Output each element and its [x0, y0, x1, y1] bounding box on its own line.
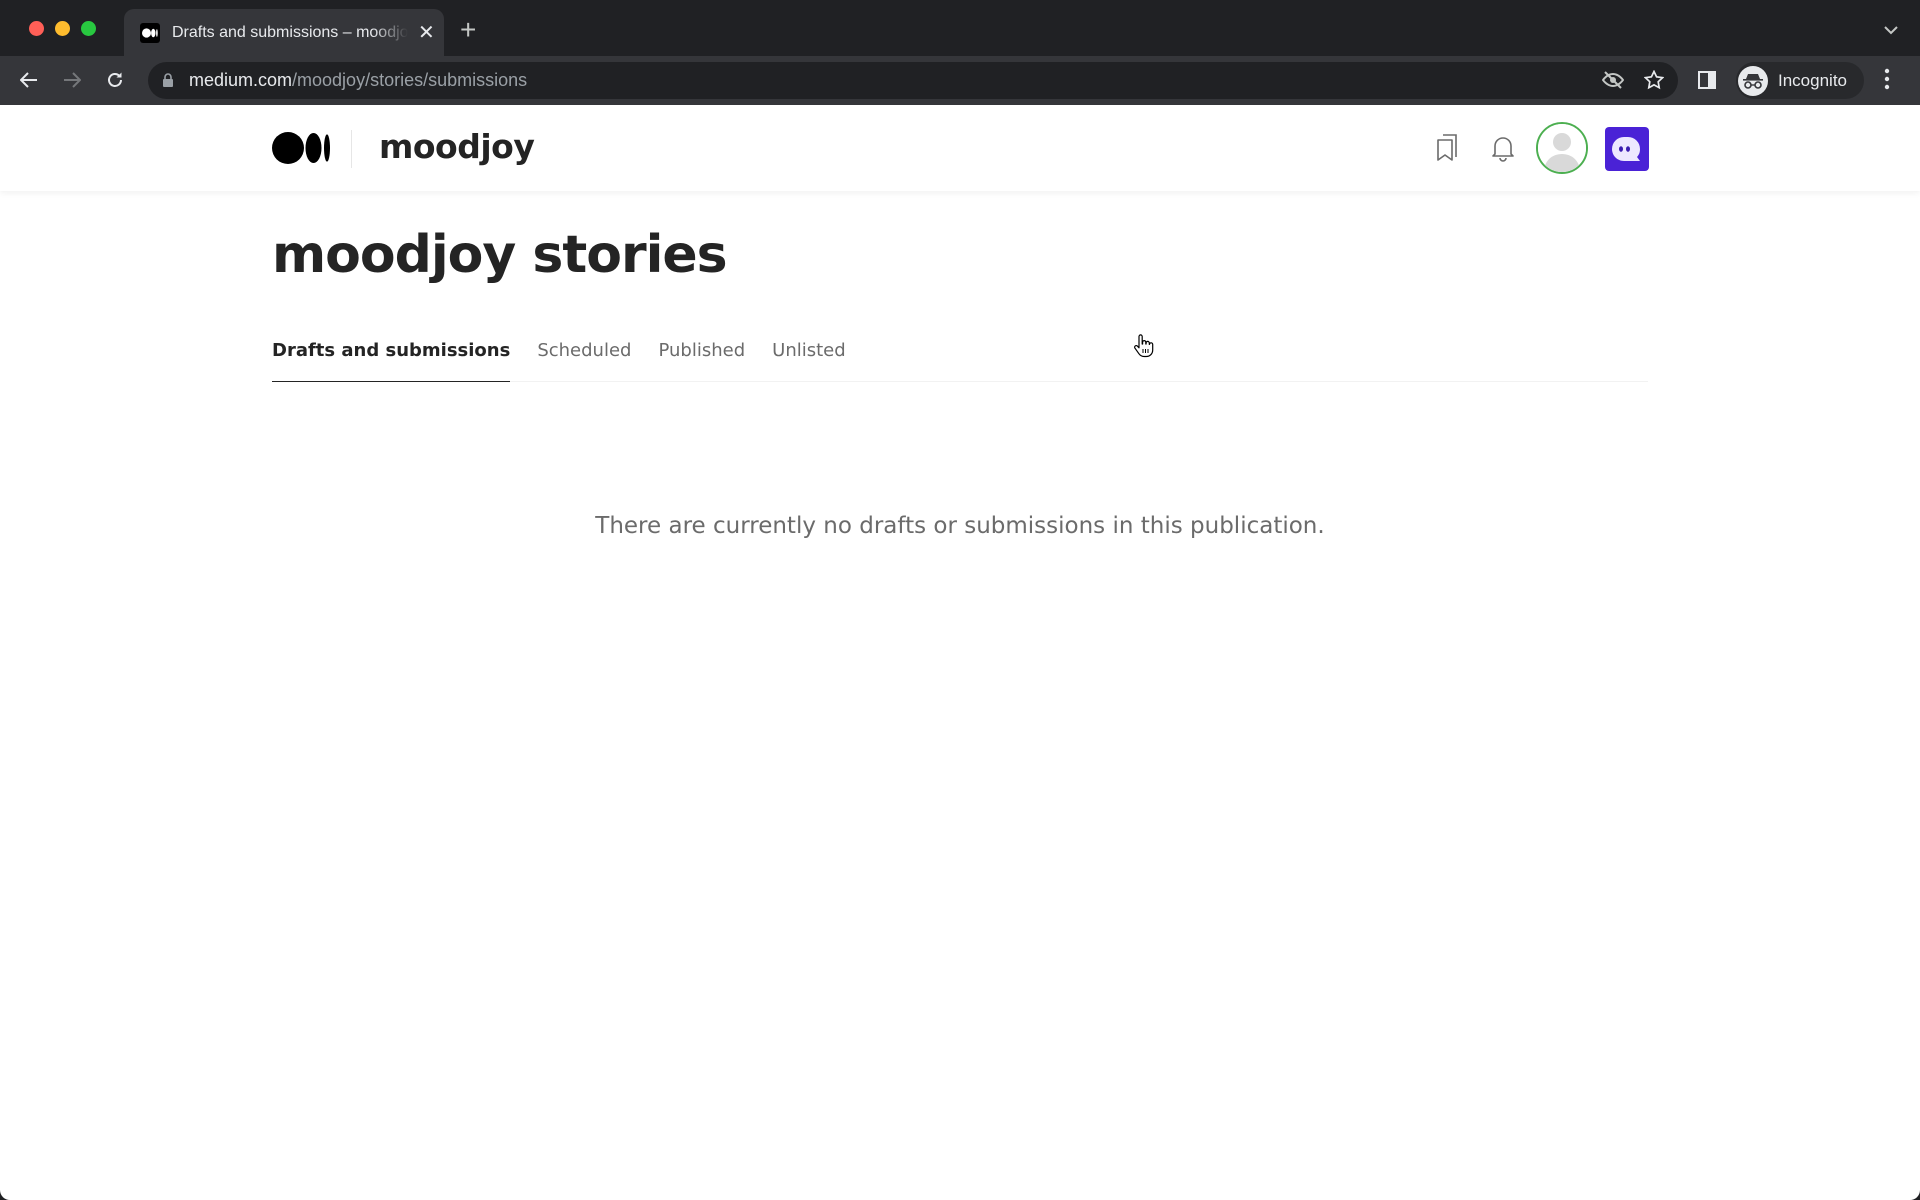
browser-tab-active[interactable]: Drafts and submissions – moodjoy stories… — [124, 9, 444, 56]
url-host: medium.com — [189, 70, 293, 90]
star-icon[interactable] — [1643, 69, 1665, 95]
url-path: /moodjoy/stories/submissions — [292, 70, 528, 90]
close-window-button[interactable] — [29, 21, 44, 36]
plus-icon[interactable]: + — [460, 16, 476, 44]
tab-drafts-and-submissions[interactable]: Drafts and submissions — [272, 330, 511, 382]
ghost-chat-icon[interactable] — [1605, 127, 1649, 171]
eye-off-icon[interactable] — [1601, 71, 1625, 94]
chevron-down-icon[interactable] — [1884, 22, 1898, 40]
site-header: moodjoy — [0, 105, 1920, 191]
incognito-icon — [1738, 65, 1768, 96]
minimize-window-button[interactable] — [55, 21, 70, 36]
close-icon[interactable]: ✕ — [418, 23, 435, 43]
logo-divider — [351, 130, 352, 168]
publication-name[interactable]: moodjoy — [379, 127, 535, 166]
tab-published[interactable]: Published — [658, 330, 745, 382]
bookmarks-icon[interactable] — [1434, 133, 1462, 168]
incognito-profile-button[interactable]: Incognito — [1736, 62, 1864, 99]
bell-icon[interactable] — [1490, 133, 1516, 168]
page-viewport: moodjoy moodjoy stories Drafts and submi… — [0, 105, 1920, 1200]
url-text[interactable]: medium.com/moodjoy/stories/submissions — [189, 70, 527, 91]
address-bar[interactable]: medium.com/moodjoy/stories/submissions — [148, 62, 1678, 99]
hand-pointer-cursor — [1133, 334, 1155, 363]
reload-icon[interactable] — [101, 66, 129, 94]
browser-toolbar: medium.com/moodjoy/stories/submissions I… — [0, 56, 1920, 105]
browser-titlebar: Drafts and submissions – moodjoy stories… — [0, 0, 1920, 56]
tab-unlisted[interactable]: Unlisted — [772, 330, 846, 382]
fullscreen-window-button[interactable] — [81, 21, 96, 36]
user-avatar[interactable] — [1536, 122, 1588, 174]
tab-scheduled[interactable]: Scheduled — [537, 330, 631, 382]
empty-state-message: There are currently no drafts or submiss… — [595, 513, 1325, 539]
tab-title: Drafts and submissions – moodjoy stories… — [172, 23, 408, 41]
side-panel-icon[interactable] — [1698, 71, 1716, 94]
lock-icon[interactable] — [162, 73, 174, 93]
stories-tabs: Drafts and submissions Scheduled Publish… — [272, 330, 1648, 382]
page-title: moodjoy stories — [272, 225, 728, 285]
arrow-right-icon[interactable] — [58, 66, 86, 94]
medium-logo-icon — [140, 22, 160, 43]
arrow-left-icon[interactable] — [15, 66, 43, 94]
incognito-label: Incognito — [1778, 70, 1847, 90]
more-vertical-icon[interactable] — [1884, 68, 1890, 95]
medium-logo[interactable] — [272, 132, 332, 169]
